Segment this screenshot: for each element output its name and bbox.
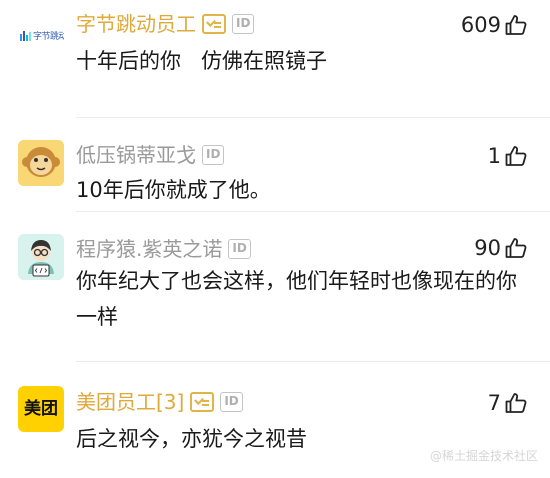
- avatar[interactable]: [18, 140, 64, 186]
- thumbs-up-icon: [505, 15, 527, 35]
- id-badge: ID: [232, 14, 255, 34]
- comment-text: 你年纪大了也会这样，他们年轻时也像现在的你一样: [76, 269, 517, 329]
- thumbs-up-icon: [505, 393, 527, 413]
- programmer-avatar-icon: [18, 234, 64, 280]
- like-count: 90: [474, 236, 501, 260]
- comment-author-row: 低压锅蒂亚戈 ID: [76, 142, 225, 168]
- author-name[interactable]: 字节跳动员工: [76, 11, 196, 37]
- comment-author-row: 字节跳动员工 ID: [76, 11, 255, 37]
- like-button[interactable]: 90: [474, 235, 528, 261]
- comment-item: 低压锅蒂亚戈 ID 1 10年后你就成了他。: [0, 118, 550, 212]
- like-count: 609: [460, 13, 501, 37]
- avatar[interactable]: [18, 234, 64, 280]
- comment-item: 程序猿.紫英之诺 ID 90 你年纪大了也会这样，他们年轻时也像现在的你一样: [0, 212, 550, 362]
- comment-item: 字节跳动 字节跳动员工 ID 609 十年后的你 仿佛在照镜子: [0, 0, 550, 118]
- watermark: @稀土掘金技术社区: [429, 449, 538, 463]
- like-button[interactable]: 7: [488, 390, 528, 416]
- comment-author-row: 美团员工[3] ID: [76, 389, 243, 415]
- like-count: 1: [487, 144, 501, 168]
- avatar[interactable]: 字节跳动: [18, 12, 64, 58]
- like-count: 7: [487, 391, 501, 415]
- comment-list: 字节跳动 字节跳动员工 ID 609 十年后的你 仿佛在照镜子 低压锅蒂亚戈 I…: [0, 0, 550, 478]
- id-badge: ID: [202, 145, 225, 165]
- comment-text: 十年后的你 仿佛在照镜子: [76, 49, 328, 73]
- avatar[interactable]: 美团: [18, 386, 64, 432]
- like-button[interactable]: 609: [461, 12, 528, 38]
- meituan-logo-icon: 美团: [24, 399, 58, 419]
- like-button[interactable]: 1: [488, 143, 528, 169]
- thumbs-up-icon: [505, 146, 527, 166]
- id-badge: ID: [220, 392, 243, 412]
- comment-text: 10年后你就成了他。: [76, 178, 271, 202]
- id-badge: ID: [228, 239, 251, 259]
- bytedance-logo-icon: 字节跳动: [20, 29, 64, 42]
- comment-author-row: 程序猿.紫英之诺 ID: [76, 236, 251, 262]
- thumbs-up-icon: [505, 238, 527, 258]
- monkey-avatar-icon: [18, 140, 64, 186]
- certified-tag-icon: [190, 392, 215, 412]
- author-name[interactable]: 程序猿.紫英之诺: [76, 236, 222, 262]
- certified-tag-icon: [202, 14, 226, 34]
- author-name[interactable]: 低压锅蒂亚戈: [76, 142, 196, 168]
- author-name[interactable]: 美团员工[3]: [76, 389, 184, 415]
